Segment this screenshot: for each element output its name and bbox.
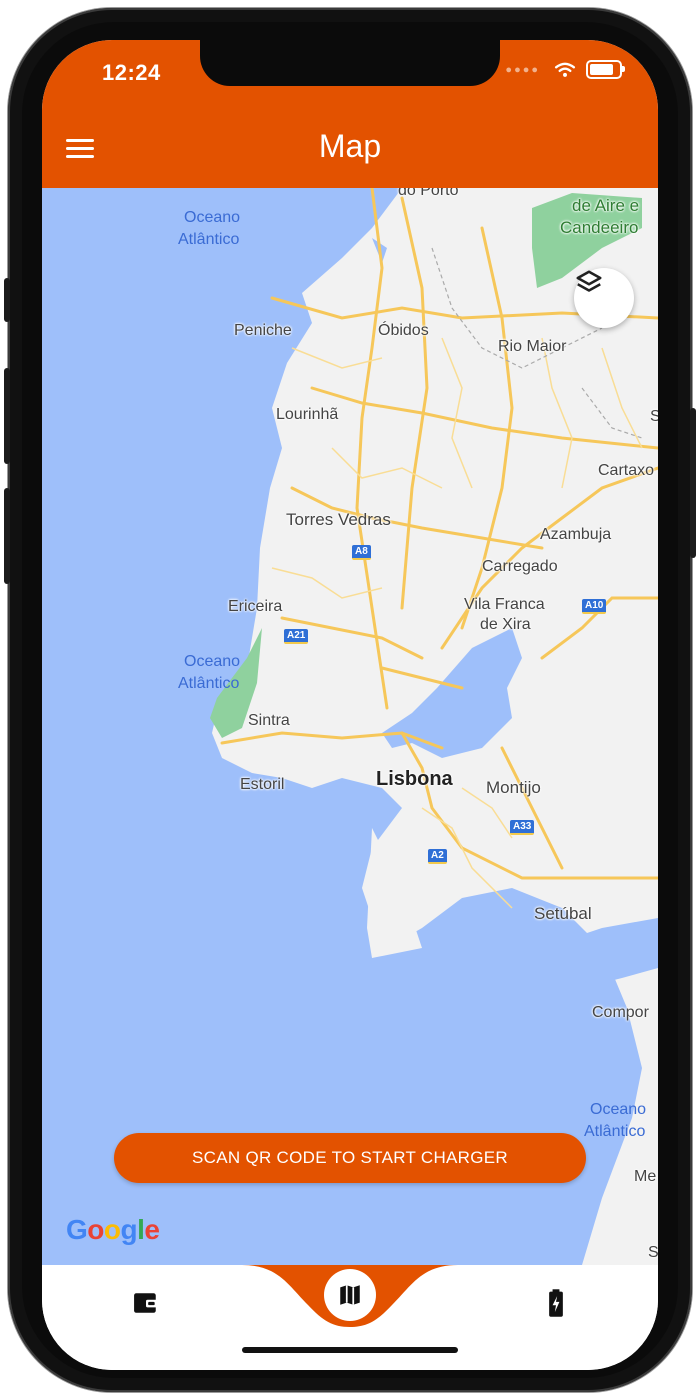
signal-icon: ●●●● xyxy=(505,63,540,76)
place-label-estoril: Estoril xyxy=(240,776,285,793)
battery-icon xyxy=(586,60,625,79)
ocean-label-3b: Atlântico xyxy=(584,1123,646,1140)
mute-switch xyxy=(4,278,10,322)
map-layers-button[interactable] xyxy=(574,268,634,328)
screen: do Porto de Aire e Candeeiro Oceano Atlâ… xyxy=(42,40,658,1370)
ocean-label-2b: Atlântico xyxy=(178,675,240,692)
place-label-vila-franca-b: de Xira xyxy=(480,616,531,633)
google-logo: Google xyxy=(66,1214,160,1245)
wifi-icon xyxy=(554,62,576,77)
battery-fill xyxy=(590,64,613,75)
page-title: Map xyxy=(318,128,382,164)
road-shield-a2: A2 xyxy=(428,849,447,864)
place-label-ericeira: Ericeira xyxy=(228,598,283,615)
road-shield-a8: A8 xyxy=(352,545,371,560)
nav-charging-button[interactable] xyxy=(538,1285,574,1321)
ocean-label-3a: Oceano xyxy=(590,1101,647,1118)
road-shield-a33: A33 xyxy=(510,820,535,835)
place-label-lourinha: Lourinhã xyxy=(276,406,339,423)
place-label-montijo: Montijo xyxy=(486,778,541,797)
app-bar: 12:24 ●●●● Map xyxy=(42,40,658,188)
status-time: 12:24 xyxy=(102,60,161,85)
map-icon xyxy=(340,1285,360,1305)
place-label-setubal: Setúbal xyxy=(534,904,592,923)
place-label-torres-vedras: Torres Vedras xyxy=(286,510,391,529)
place-label-rio-maior: Rio Maior xyxy=(498,338,567,355)
place-label-s2: S xyxy=(648,1244,658,1261)
place-label-azambuja: Azambuja xyxy=(540,526,612,543)
ocean-label-1a: Oceano xyxy=(184,209,241,226)
place-label-lisbona: Lisbona xyxy=(376,768,453,790)
ocean-label-1b: Atlântico xyxy=(178,231,240,248)
place-label-peniche: Peniche xyxy=(234,322,292,339)
place-label-carregado: Carregado xyxy=(482,558,558,575)
place-label-sintra: Sintra xyxy=(248,712,290,729)
power-button xyxy=(690,408,696,558)
battery-charging-icon xyxy=(549,1289,563,1317)
volume-down-button xyxy=(4,488,10,584)
home-indicator xyxy=(242,1347,458,1353)
place-label-vila-franca-a: Vila Franca xyxy=(464,596,545,613)
place-label-me: Me xyxy=(634,1168,657,1185)
nav-wallet-button[interactable] xyxy=(128,1285,164,1321)
place-label-s-edge: S xyxy=(650,408,658,425)
place-label-aire: de Aire e xyxy=(572,196,640,215)
place-label-cartaxo: Cartaxo xyxy=(598,462,655,479)
road-shield-a10: A10 xyxy=(582,599,607,614)
layers-icon xyxy=(576,270,602,292)
ocean-label-2a: Oceano xyxy=(184,653,241,670)
scan-qr-button[interactable]: SCAN QR CODE TO START CHARGER xyxy=(114,1133,586,1183)
wallet-icon xyxy=(134,1293,158,1313)
volume-up-button xyxy=(4,368,10,464)
place-label-porto: do Porto xyxy=(398,188,459,199)
place-label-compor: Compor xyxy=(592,1004,649,1021)
device-notch xyxy=(200,40,500,86)
road-shield-a21: A21 xyxy=(284,629,309,644)
place-label-obidos: Óbidos xyxy=(378,322,429,339)
status-icons: ●●●● xyxy=(505,60,625,79)
map-view[interactable]: do Porto de Aire e Candeeiro Oceano Atlâ… xyxy=(42,188,658,1265)
nav-map-button[interactable] xyxy=(324,1269,376,1321)
place-label-candeeiros: Candeeiro xyxy=(560,218,639,237)
